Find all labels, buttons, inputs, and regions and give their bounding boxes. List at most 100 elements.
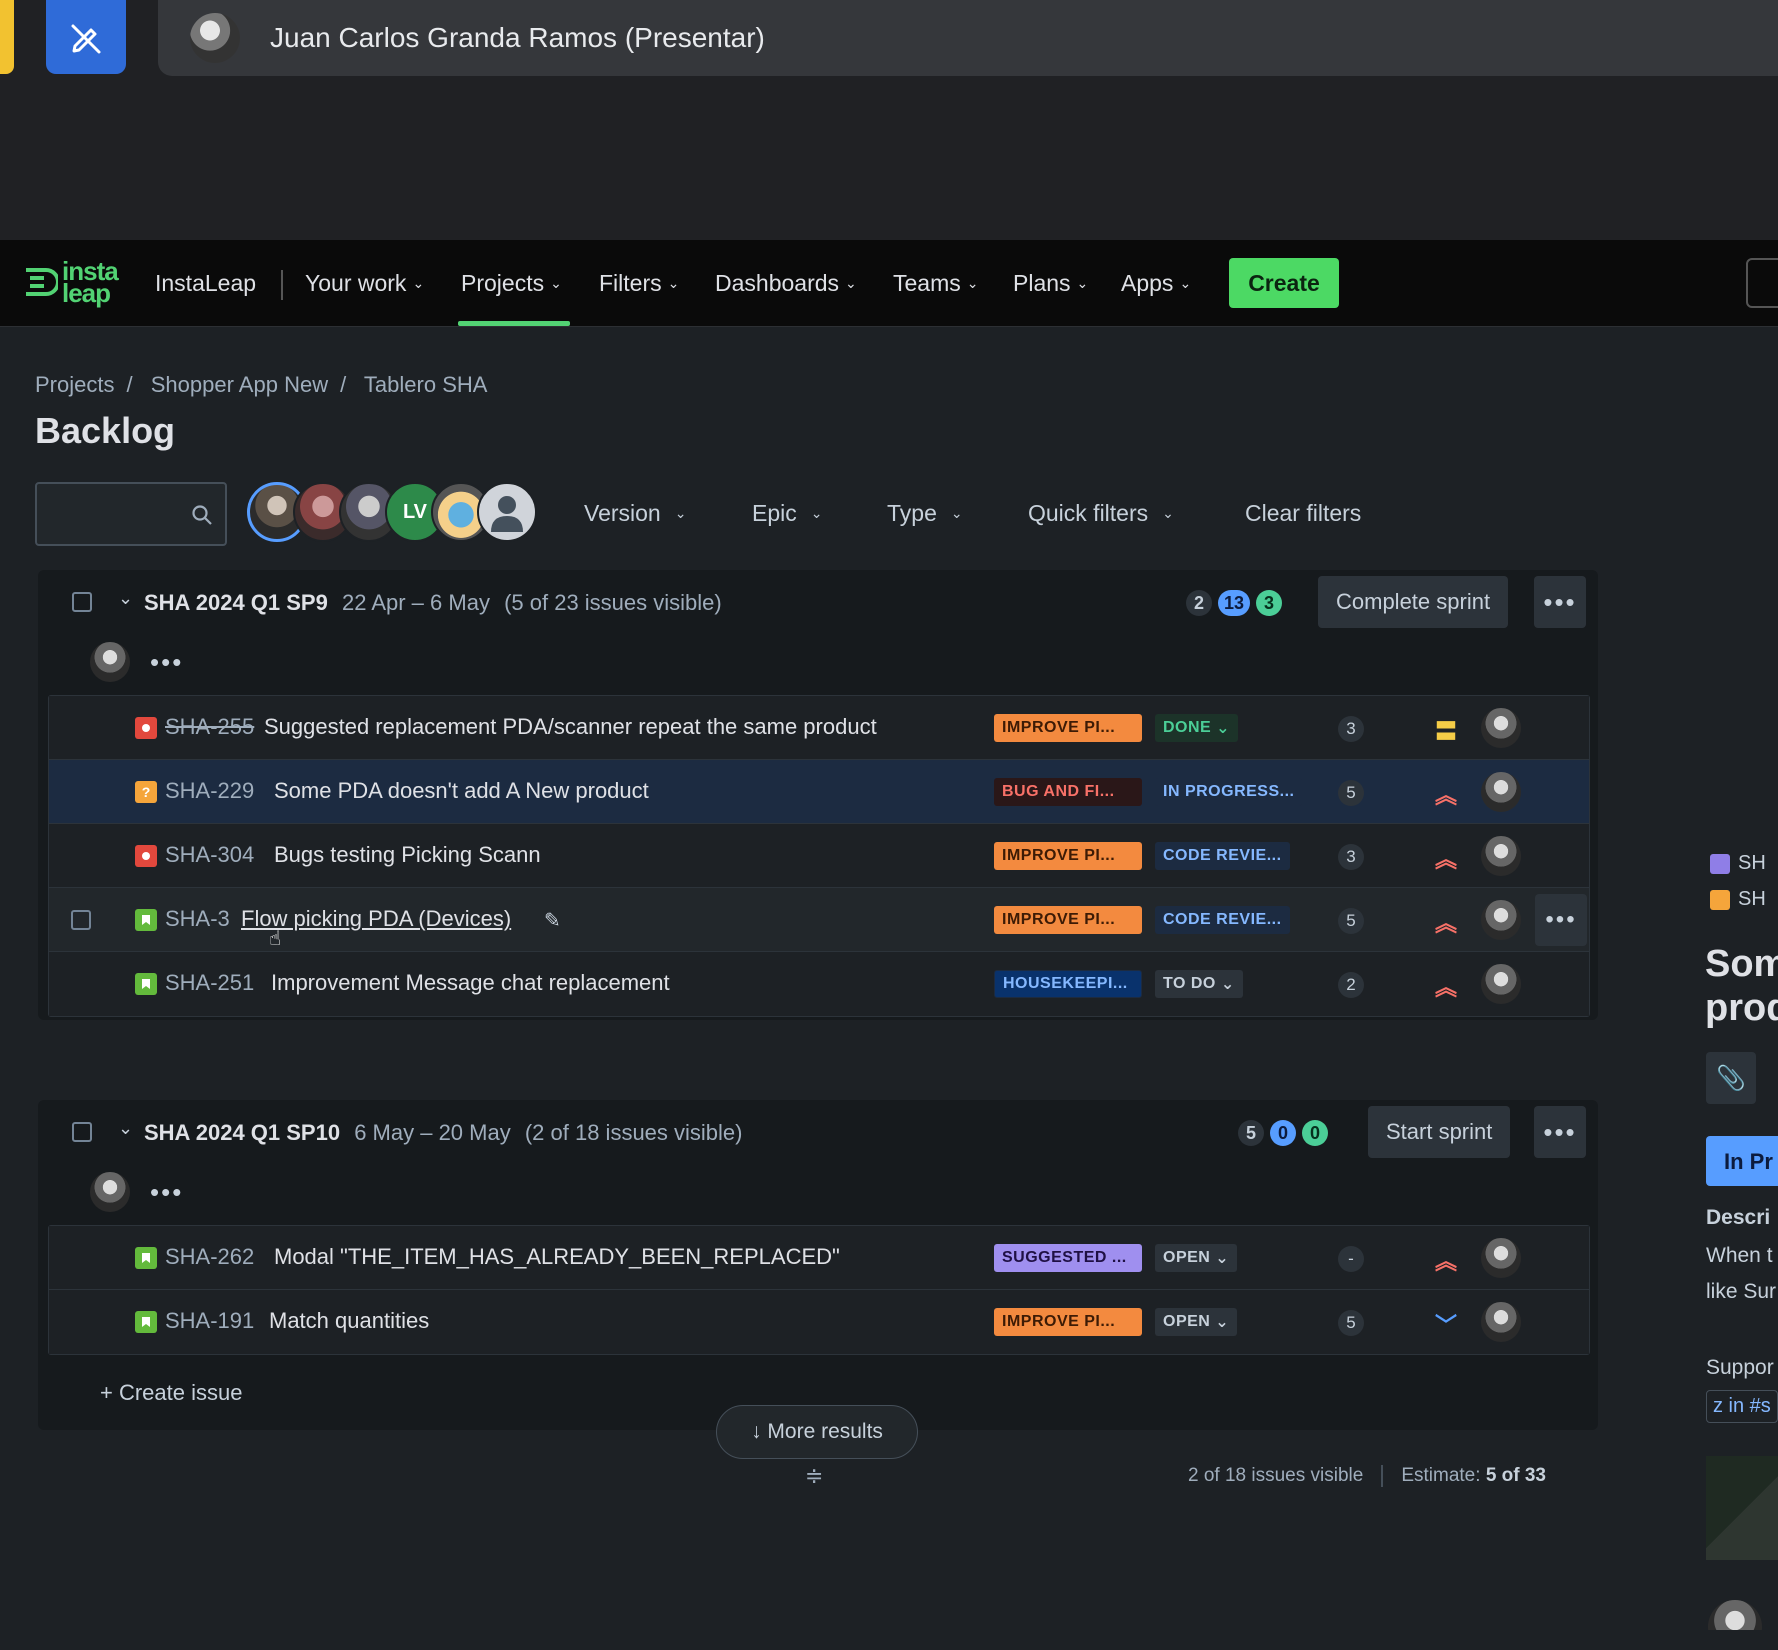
slack-channel-link[interactable]: z in #s bbox=[1706, 1390, 1778, 1423]
epic-badge[interactable]: IMPROVE PI... bbox=[994, 1308, 1142, 1336]
meet-side-tab[interactable] bbox=[0, 0, 14, 74]
nav-filters[interactable]: Filters ⌄ bbox=[599, 240, 679, 327]
issue-key[interactable]: SHA-304 bbox=[165, 842, 254, 868]
nav-projects[interactable]: Projects ⌄ bbox=[461, 240, 562, 327]
breadcrumb-board[interactable]: Tablero SHA bbox=[364, 372, 488, 397]
chevron-down-icon[interactable]: ⌄ bbox=[118, 1118, 133, 1139]
sprint-more-button[interactable]: ••• bbox=[1534, 576, 1586, 628]
epic-badge[interactable]: IMPROVE PI... bbox=[994, 842, 1142, 870]
more-icon[interactable]: ••• bbox=[150, 1177, 183, 1208]
pencil-icon[interactable]: ✎ bbox=[544, 908, 561, 933]
more-results-button[interactable]: ↓ More results bbox=[716, 1405, 918, 1459]
status-dropdown[interactable]: IN PROGRESS... bbox=[1155, 778, 1303, 806]
clear-filters-button[interactable]: Clear filters bbox=[1245, 480, 1361, 546]
breadcrumb-project[interactable]: Shopper App New bbox=[151, 372, 328, 397]
sprint-more-button[interactable]: ••• bbox=[1534, 1106, 1586, 1158]
breadcrumb-projects[interactable]: Projects bbox=[35, 372, 114, 397]
assignee-avatar[interactable] bbox=[1481, 708, 1521, 748]
title-line: Som bbox=[1705, 943, 1778, 985]
status-dropdown[interactable]: OPEN ⌄ bbox=[1155, 1244, 1238, 1272]
table-row[interactable]: SHA-251 Improvement Message chat replace… bbox=[49, 952, 1589, 1016]
create-button[interactable]: Create bbox=[1229, 258, 1339, 308]
issue-summary[interactable]: Suggested replacement PDA/scanner repeat… bbox=[264, 714, 877, 740]
backlog-search-input[interactable] bbox=[37, 484, 187, 544]
nav-dashboards[interactable]: Dashboards ⌄ bbox=[715, 240, 857, 327]
avatar-initials: LV bbox=[402, 500, 428, 523]
assignee-avatar[interactable] bbox=[1481, 1238, 1521, 1278]
status-button[interactable]: In Pr bbox=[1706, 1136, 1778, 1186]
issue-key-link[interactable]: SH bbox=[1710, 888, 1766, 911]
status-dropdown[interactable]: CODE REVIE... bbox=[1155, 906, 1290, 934]
table-row[interactable]: SHA-304 Bugs testing Picking Scann IMPRO… bbox=[49, 824, 1589, 888]
annotate-button[interactable] bbox=[46, 0, 126, 74]
parent-issue-link[interactable]: SH bbox=[1710, 852, 1766, 875]
issue-summary[interactable]: Bugs testing Picking Scann bbox=[274, 842, 541, 868]
breadcrumb-separator: / bbox=[126, 372, 133, 397]
assignee-avatar[interactable] bbox=[1481, 900, 1521, 940]
more-icon[interactable]: ••• bbox=[150, 647, 183, 678]
create-issue-button[interactable]: + Create issue bbox=[100, 1380, 242, 1406]
quick-filters[interactable]: Quick filters ⌄ bbox=[1028, 480, 1174, 546]
epic-badge[interactable]: IMPROVE PI... bbox=[994, 906, 1142, 934]
nav-workspace[interactable]: InstaLeap bbox=[155, 240, 256, 327]
table-row[interactable]: SHA-191 Match quantities IMPROVE PI... O… bbox=[49, 1290, 1589, 1354]
issue-key[interactable]: SHA-229 bbox=[165, 778, 254, 804]
table-row[interactable]: SHA-3 Flow picking PDA (Devices) ✎ ☝ IMP… bbox=[49, 888, 1589, 952]
instaleap-logo[interactable]: insta leap bbox=[22, 258, 124, 306]
assignee-avatar[interactable] bbox=[1481, 964, 1521, 1004]
sprint-checkbox[interactable] bbox=[72, 592, 92, 612]
chevron-down-icon[interactable]: ⌄ bbox=[118, 588, 133, 609]
issue-title[interactable]: Som prod bbox=[1705, 942, 1778, 1030]
description-text[interactable]: When t bbox=[1706, 1244, 1773, 1268]
table-row[interactable]: SHA-255 Suggested replacement PDA/scanne… bbox=[49, 696, 1589, 760]
version-filter[interactable]: Version ⌄ bbox=[584, 480, 686, 546]
attach-button[interactable]: 📎 bbox=[1706, 1052, 1756, 1104]
issue-key[interactable]: SHA-251 bbox=[165, 970, 254, 996]
nav-label: Projects bbox=[461, 270, 545, 296]
issue-checkbox[interactable] bbox=[71, 910, 91, 930]
resize-handle-icon[interactable]: ≑ bbox=[805, 1463, 823, 1489]
issue-summary[interactable]: Modal "THE_ITEM_HAS_ALREADY_BEEN_REPLACE… bbox=[274, 1244, 840, 1270]
status-dropdown[interactable]: CODE REVIE... bbox=[1155, 842, 1290, 870]
assignee-avatar[interactable] bbox=[1481, 836, 1521, 876]
status-dropdown[interactable]: OPEN ⌄ bbox=[1155, 1308, 1238, 1336]
row-more-button[interactable]: ••• bbox=[1535, 894, 1587, 946]
start-sprint-button[interactable]: Start sprint bbox=[1368, 1106, 1511, 1158]
issue-summary[interactable]: Improvement Message chat replacement bbox=[271, 970, 670, 996]
epic-badge[interactable]: HOUSEKEEPI... bbox=[994, 970, 1142, 998]
assignee-avatar[interactable] bbox=[1481, 1302, 1521, 1342]
issue-key[interactable]: SHA-191 bbox=[165, 1308, 254, 1334]
nav-active-indicator bbox=[458, 321, 570, 326]
chevron-down-icon: ⌄ bbox=[950, 504, 963, 521]
nav-plans[interactable]: Plans ⌄ bbox=[1013, 240, 1088, 327]
epic-badge[interactable]: IMPROVE PI... bbox=[994, 714, 1142, 742]
issue-summary[interactable]: Flow picking PDA (Devices) bbox=[241, 906, 511, 932]
nav-apps[interactable]: Apps ⌄ bbox=[1121, 240, 1191, 327]
attachment-thumbnail[interactable] bbox=[1706, 1456, 1778, 1560]
sprint-checkbox[interactable] bbox=[72, 1122, 92, 1142]
nav-your-work[interactable]: Your work ⌄ bbox=[305, 240, 424, 327]
avatar[interactable] bbox=[477, 482, 537, 542]
issue-key[interactable]: SHA-3 bbox=[165, 906, 230, 932]
status-dropdown[interactable]: TO DO ⌄ bbox=[1155, 970, 1243, 998]
type-filter[interactable]: Type ⌄ bbox=[887, 480, 963, 546]
assignee-avatar[interactable] bbox=[1481, 772, 1521, 812]
description-text[interactable]: like Sur bbox=[1706, 1280, 1776, 1304]
epic-badge[interactable]: SUGGESTED ... bbox=[994, 1244, 1142, 1272]
issue-summary[interactable]: Some PDA doesn't add A New product bbox=[274, 778, 649, 804]
issue-key[interactable]: SHA-255 bbox=[165, 714, 254, 740]
table-row[interactable]: SHA-262 Modal "THE_ITEM_HAS_ALREADY_BEEN… bbox=[49, 1226, 1589, 1290]
backlog-search[interactable] bbox=[35, 482, 227, 546]
epic-filter[interactable]: Epic ⌄ bbox=[752, 480, 822, 546]
issue-summary[interactable]: Match quantities bbox=[269, 1308, 429, 1334]
status-dropdown[interactable]: DONE ⌄ bbox=[1155, 714, 1239, 742]
avatar[interactable] bbox=[1708, 1600, 1762, 1630]
table-row[interactable]: ? SHA-229 Some PDA doesn't add A New pro… bbox=[49, 760, 1589, 824]
avatar[interactable] bbox=[90, 1172, 130, 1212]
complete-sprint-button[interactable]: Complete sprint bbox=[1318, 576, 1509, 628]
epic-badge[interactable]: BUG AND FI... bbox=[994, 778, 1142, 806]
nav-teams[interactable]: Teams ⌄ bbox=[893, 240, 978, 327]
avatar[interactable] bbox=[90, 642, 130, 682]
issue-key[interactable]: SHA-262 bbox=[165, 1244, 254, 1270]
global-search-input[interactable] bbox=[1746, 258, 1778, 308]
